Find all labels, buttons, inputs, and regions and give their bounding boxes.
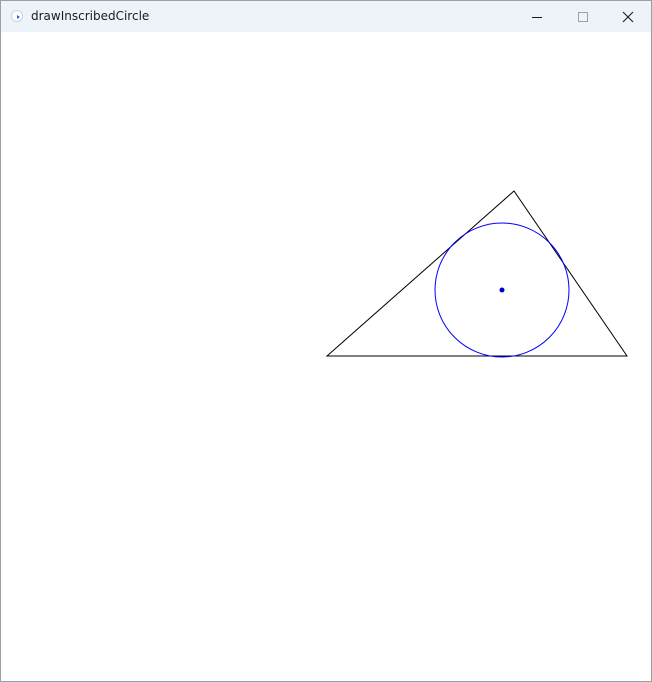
app-window: drawInscribedCircle — [0, 0, 652, 682]
maximize-button[interactable] — [560, 1, 606, 32]
maximize-icon — [578, 11, 588, 22]
play-icon — [17, 15, 20, 19]
incenter-point — [499, 287, 505, 293]
drawing-canvas[interactable] — [1, 32, 651, 681]
minimize-button[interactable] — [514, 1, 560, 32]
close-icon — [622, 11, 634, 22]
app-icon — [11, 10, 23, 22]
window-title: drawInscribedCircle — [31, 9, 150, 23]
close-button[interactable] — [605, 1, 651, 32]
title-bar[interactable]: drawInscribedCircle — [1, 1, 651, 32]
minimize-icon — [532, 16, 542, 18]
triangle — [325, 190, 628, 357]
